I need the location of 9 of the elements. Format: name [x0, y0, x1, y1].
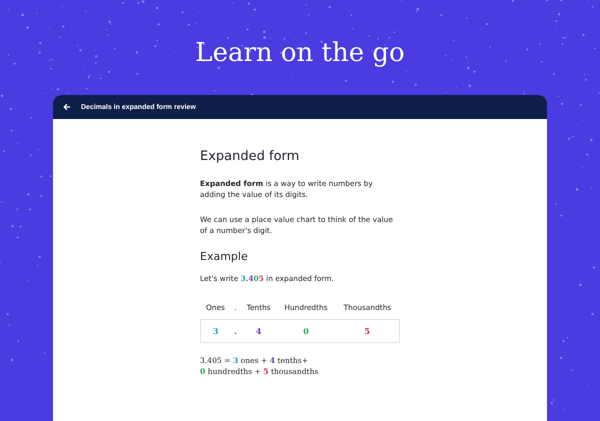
table-cell: 4: [240, 319, 277, 342]
table-cell: 0: [276, 319, 336, 342]
table-cell: 5: [335, 319, 400, 342]
example-heading: Example: [200, 250, 249, 264]
table-cell: 3: [200, 319, 230, 342]
section-heading: Expanded form: [200, 149, 300, 164]
table-cell: .: [230, 319, 241, 342]
back-arrow-icon[interactable]: [63, 103, 71, 111]
headline: Learn on the go: [195, 38, 405, 68]
